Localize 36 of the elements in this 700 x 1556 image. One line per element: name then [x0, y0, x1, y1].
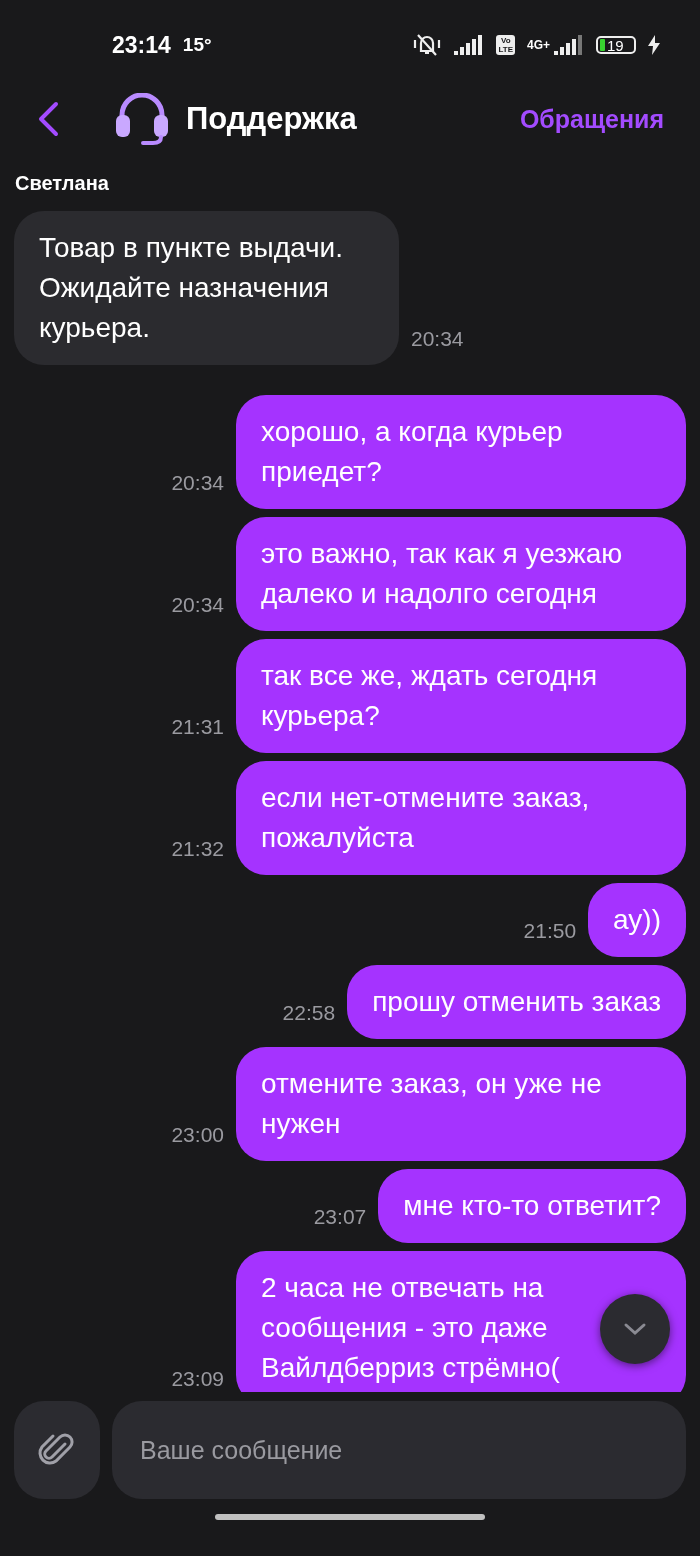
attach-button[interactable]	[14, 1401, 100, 1499]
sent-message: это важно, так как я уезжаю далеко и надолго сегодня	[236, 517, 686, 631]
message-time: 23:00	[171, 1123, 224, 1147]
message-time: 21:32	[171, 837, 224, 861]
message-time: 20:34	[171, 471, 224, 495]
message-time: 23:07	[313, 1205, 367, 1229]
sent-message: хорошо, а когда курьер приедет?	[236, 395, 686, 509]
charging-icon	[648, 35, 660, 55]
sent-message: 2 часа не отвечать на сообщения - это даже Вайлдберриз стрёмно(	[236, 1251, 686, 1392]
message-time: 21:31	[171, 715, 224, 739]
muted-bell-icon	[412, 32, 443, 58]
sent-message: прошу отменить заказ	[347, 965, 686, 1039]
message-time: 20:34	[411, 327, 464, 351]
sent-message: если нет-отмените заказ, пожалуйста	[236, 761, 686, 875]
received-message: Товар в пункте выдачи. Ожидайте назначения курьера.	[14, 211, 399, 365]
network-type: 4G+	[527, 38, 550, 52]
message-field[interactable]: Ваше сообщение	[112, 1401, 686, 1499]
battery-indicator: 19	[596, 36, 636, 54]
headset-icon	[114, 93, 170, 145]
message-time: 22:58	[282, 1001, 336, 1025]
chat-title: Поддержка	[186, 101, 357, 137]
sent-message: отмените заказ, он уже не нужен	[236, 1047, 686, 1161]
volte-badge: Vo LTE	[496, 35, 515, 55]
sent-message: мне кто-то ответит?	[378, 1169, 686, 1243]
signal-icon	[554, 35, 584, 55]
message-time: 20:34	[171, 593, 224, 617]
status-time: 23:14	[112, 31, 171, 59]
requests-link[interactable]: Обращения	[519, 104, 664, 134]
sent-message: так все же, ждать сегодня курьера?	[236, 639, 686, 753]
signal-icon	[454, 35, 485, 55]
sent-message: ау))	[588, 883, 686, 957]
chevron-down-icon	[623, 1322, 647, 1336]
message-time: 23:09	[171, 1367, 224, 1391]
temperature: 15°	[182, 34, 212, 56]
message-time: 21:50	[523, 919, 577, 943]
sender-name: Светлана	[15, 172, 110, 195]
